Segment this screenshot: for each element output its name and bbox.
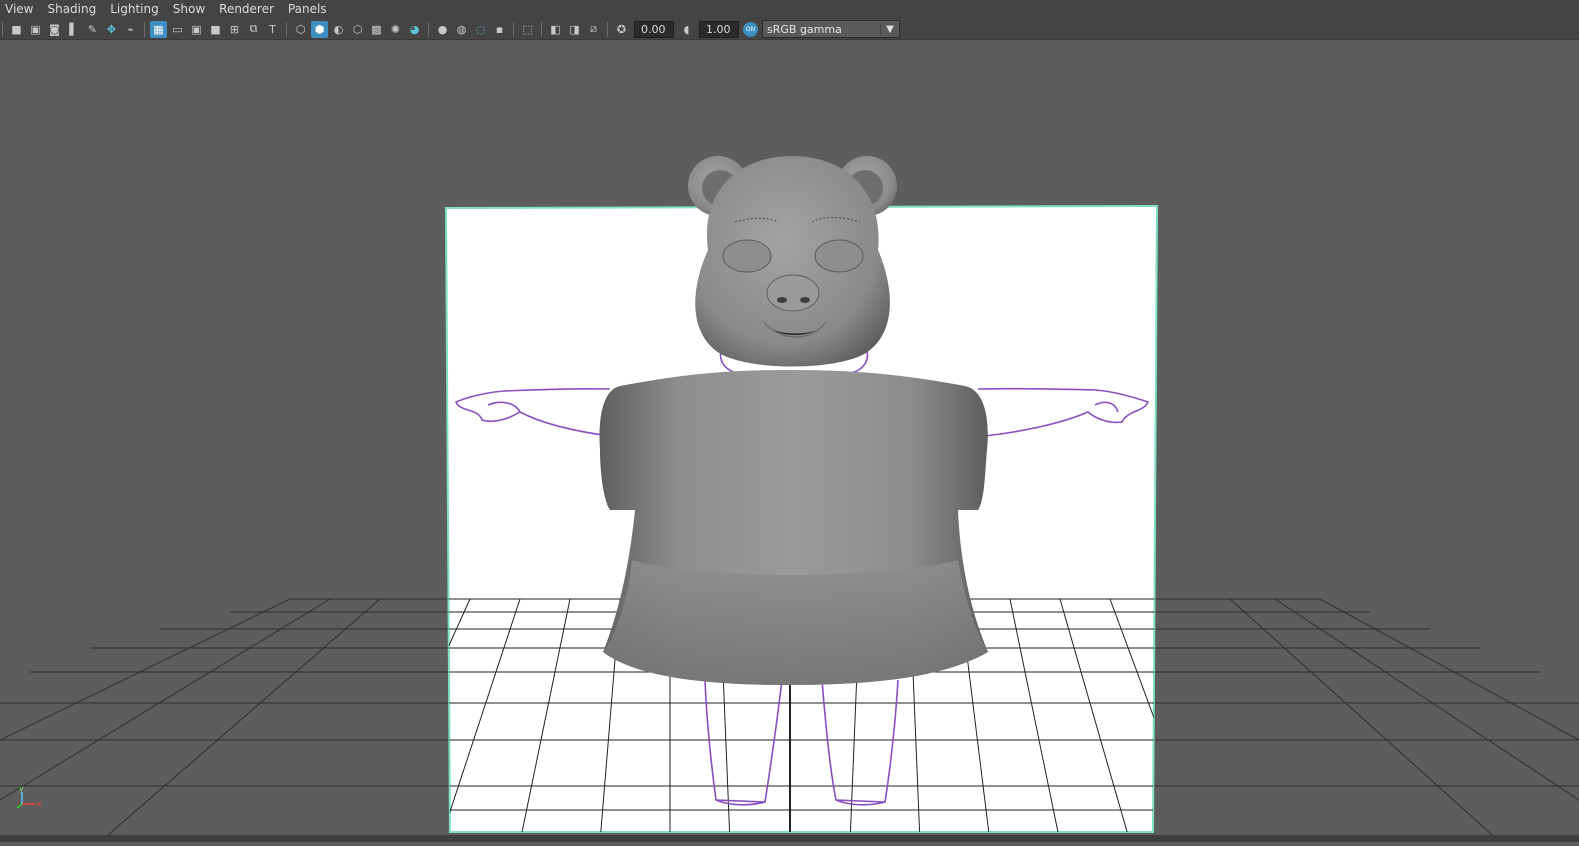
xray-icon[interactable]: ◧	[547, 21, 564, 38]
panel-toolbar: ■ ▣ ◙ ▌ ✎ ✥ ⌁ ▦ ▭ ▣ ■ ⊞ ⧉ T ⬡ ⬢ ◐ ⬡ ▩ ✺ …	[0, 19, 1579, 40]
paint-brush-icon[interactable]: ⌁	[122, 21, 139, 38]
depth-of-field-icon[interactable]: ▪	[491, 21, 508, 38]
menu-show[interactable]: Show	[166, 0, 212, 19]
menu-shading[interactable]: Shading	[40, 0, 103, 19]
color-space-label: sRGB gamma	[767, 22, 842, 36]
default-material-icon[interactable]: ◐	[330, 21, 347, 38]
grease-pencil-icon[interactable]: ✎	[84, 21, 101, 38]
character-skirt	[603, 560, 988, 685]
gamma-field[interactable]: 1.00	[699, 20, 739, 38]
gamma-icon[interactable]: ◖	[678, 21, 695, 38]
grid-icon[interactable]: ▦	[150, 20, 167, 38]
film-gate-icon[interactable]: ▭	[169, 21, 186, 38]
toolbar-separator	[607, 21, 608, 37]
axis-x-label: x	[37, 799, 42, 808]
character-head	[688, 156, 897, 367]
xray-active-icon[interactable]: ◨	[566, 21, 583, 38]
safe-title-icon[interactable]: T	[264, 21, 281, 38]
camera-bookmark-icon[interactable]: ◙	[46, 21, 63, 38]
menu-renderer[interactable]: Renderer	[212, 0, 281, 19]
anti-aliasing-icon[interactable]: ◌	[472, 21, 489, 38]
color-space-dropdown[interactable]: sRGB gamma ▼	[762, 20, 900, 38]
menu-lighting[interactable]: Lighting	[103, 0, 166, 19]
xray-joints-icon[interactable]: ⧄	[585, 21, 602, 38]
image-plane-icon[interactable]: ▌	[65, 21, 82, 38]
exposure-field[interactable]: 0.00	[634, 20, 674, 38]
exposure-icon[interactable]: ✪	[613, 21, 630, 38]
screen-space-ao-icon[interactable]: ●	[434, 21, 451, 38]
shaded-wireframe-icon[interactable]: ⬡	[349, 21, 366, 38]
axis-y-label: y	[19, 784, 24, 793]
gate-mask-icon[interactable]: ■	[207, 21, 224, 38]
toolbar-separator	[2, 21, 3, 37]
resolution-gate-icon[interactable]: ▣	[188, 21, 205, 38]
camera-icon[interactable]: ■	[8, 21, 25, 38]
viewport-bottom-border	[0, 835, 1579, 842]
chevron-down-icon[interactable]: ▼	[880, 23, 899, 35]
field-chart-icon[interactable]: ⊞	[226, 21, 243, 38]
toolbar-separator	[428, 21, 429, 37]
toolbar-separator	[541, 21, 542, 37]
viewport-3d[interactable]: y x	[0, 40, 1579, 843]
isolate-select-icon[interactable]: ⬚	[519, 21, 536, 38]
toolbar-separator	[513, 21, 514, 37]
smooth-shade-icon[interactable]: ⬢	[311, 20, 328, 38]
viewport-canvas: y x	[0, 156, 1579, 843]
wireframe-icon[interactable]: ⬡	[292, 21, 309, 38]
menu-panels[interactable]: Panels	[281, 0, 334, 19]
toolbar-separator	[144, 21, 145, 37]
two-d-pan-zoom-icon[interactable]: ✥	[103, 21, 120, 38]
axis-gizmo: y x	[16, 784, 42, 809]
safe-action-icon[interactable]: ⧉	[245, 21, 262, 38]
color-management-icon[interactable]: ON	[743, 21, 758, 37]
shadows-icon[interactable]: ◕	[406, 21, 423, 38]
lights-icon[interactable]: ✺	[387, 21, 404, 38]
menu-view[interactable]: View	[0, 0, 40, 19]
toolbar-separator	[286, 21, 287, 37]
menu-bar: View Shading Lighting Show Renderer Pane…	[0, 0, 1579, 19]
textured-icon[interactable]: ▩	[368, 21, 385, 38]
motion-blur-icon[interactable]: ◍	[453, 21, 470, 38]
camera-attributes-icon[interactable]: ▣	[27, 21, 44, 38]
